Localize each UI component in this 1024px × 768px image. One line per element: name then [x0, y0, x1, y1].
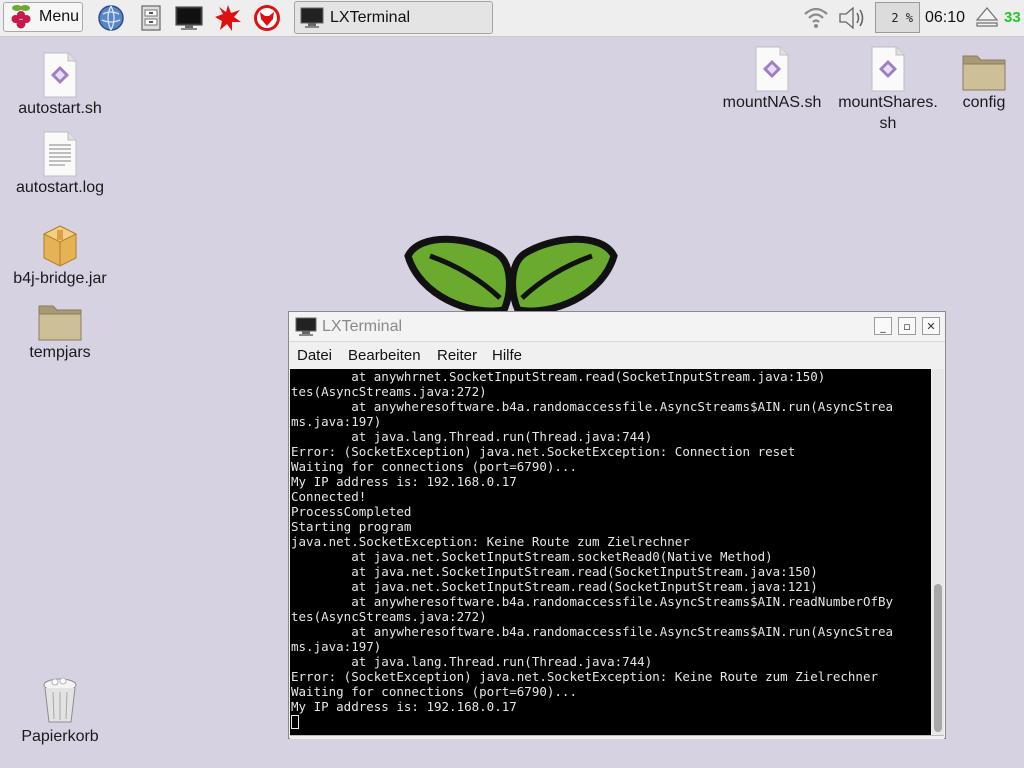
terminal-line: at anywheresoftware.b4a.randomaccessfile…: [351, 594, 894, 609]
terminal-line: at anywheresoftware.b4a.randomaccessfile…: [351, 624, 894, 639]
wolfram-star-icon[interactable]: [214, 4, 242, 32]
terminal-line: at java.net.SocketInputStream.socketRead…: [351, 549, 773, 564]
raspberry-icon: [11, 5, 31, 29]
menu-hilfe[interactable]: Hilfe: [492, 347, 522, 364]
mathematica-wolf-icon[interactable]: [253, 4, 281, 32]
window-title: LXTerminal: [322, 318, 403, 335]
minimize-icon: _: [880, 319, 886, 333]
terminal-line: Waiting for connections (port=6790)...: [291, 459, 577, 474]
maximize-icon: ▫: [903, 319, 911, 333]
icon-label: mountShares.: [838, 94, 938, 111]
trash-icon: [43, 677, 77, 723]
desktop-icon-autostart-log[interactable]: autostart.log: [10, 131, 110, 198]
folder-icon: [962, 55, 1006, 91]
icon-label: Papierkorb: [21, 728, 99, 745]
terminal-line: Waiting for connections (port=6790)...: [291, 684, 577, 699]
taskbar-title: LXTerminal: [330, 8, 411, 26]
terminal-line: at java.net.SocketInputStream.read(Socke…: [351, 564, 818, 579]
terminal-line: at anywhrnet.SocketInputStream.read(Sock…: [351, 369, 826, 384]
terminal-cursor: [291, 715, 299, 729]
terminal-line: Connected!: [291, 489, 367, 504]
window-titlebar[interactable]: LXTerminal _ ▫ ✕: [289, 312, 945, 342]
desktop-icon-config[interactable]: config: [950, 52, 1018, 113]
maximize-button[interactable]: ▫: [898, 317, 916, 335]
icon-label: autostart.log: [15, 179, 105, 196]
terminal-line: ms.java:197): [291, 639, 382, 654]
terminal-line: java.net.SocketException: Keine Route zu…: [291, 534, 690, 549]
terminal-line: at java.net.SocketInputStream.read(Socke…: [351, 579, 818, 594]
terminal-line: ms.java:197): [291, 414, 382, 429]
menu-button[interactable]: Menu: [3, 2, 83, 32]
icon-label: mountNAS.sh: [722, 94, 822, 111]
terminal-line: at anywheresoftware.b4a.randomaccessfile…: [351, 399, 894, 414]
close-button[interactable]: ✕: [922, 317, 940, 335]
terminal-line: My IP address is: 192.168.0.17: [291, 474, 517, 489]
menu-bearbeiten[interactable]: Bearbeiten: [348, 347, 421, 364]
icon-label: tempjars: [29, 344, 91, 361]
cpu-usage-monitor[interactable]: 2 %: [875, 2, 920, 33]
icon-label: config: [962, 94, 1006, 111]
scrollbar-thumb[interactable]: [934, 584, 942, 732]
terminal-line: My IP address is: 192.168.0.17: [291, 699, 517, 714]
close-icon: ✕: [926, 319, 936, 333]
terminal-icon: [300, 7, 324, 28]
terminal-line: at java.lang.Thread.run(Thread.java:744): [351, 429, 653, 444]
terminal-line: Error: (SocketException) java.net.Socket…: [291, 444, 796, 459]
menu-datei[interactable]: Datei: [297, 347, 332, 364]
terminal-line: Starting program: [291, 519, 412, 534]
desktop-icon-mountshares-sh[interactable]: mountShares. sh: [834, 46, 942, 134]
desktop-icon-papierkorb[interactable]: Papierkorb: [10, 676, 110, 747]
archive-package-icon: [42, 225, 78, 267]
terminal-line: at java.lang.Thread.run(Thread.java:744): [351, 654, 653, 669]
terminal-icon[interactable]: [175, 4, 203, 32]
terminal-line: tes(AsyncStreams.java:272): [291, 609, 487, 624]
cpu-temperature: 33: [1004, 9, 1021, 26]
icon-label: b4j-bridge.jar: [13, 270, 107, 287]
terminal-icon: [295, 317, 317, 336]
icon-label: autostart.sh: [18, 100, 102, 117]
volume-icon[interactable]: [837, 5, 869, 31]
terminal-scrollbar[interactable]: [932, 369, 944, 735]
lxterminal-window: LXTerminal _ ▫ ✕ Datei Bearbeiten Reiter…: [288, 311, 946, 739]
desktop-icon-tempjars[interactable]: tempjars: [10, 302, 110, 363]
taskbar-lxterminal-button[interactable]: LXTerminal: [294, 1, 493, 34]
minimize-button[interactable]: _: [874, 317, 892, 335]
raspberry-pi-logo: [404, 235, 618, 314]
terminal-output[interactable]: at anywhrnet.SocketInputStream.read(Sock…: [290, 369, 931, 735]
terminal-text: at anywhrnet.SocketInputStream.read(Sock…: [290, 369, 931, 729]
file-manager-icon[interactable]: [137, 4, 165, 32]
terminal-line: ProcessCompleted: [291, 504, 412, 519]
clock[interactable]: 06:10: [925, 9, 965, 27]
menu-label: Menu: [39, 8, 80, 25]
eject-icon[interactable]: [975, 6, 999, 28]
desktop-icon-autostart-sh[interactable]: autostart.sh: [10, 52, 110, 119]
wifi-icon[interactable]: [803, 5, 829, 29]
terminal-line: Error: (SocketException) java.net.Socket…: [291, 669, 878, 684]
icon-label-line2: sh: [879, 115, 897, 132]
top-panel: Menu LXTerminal 2 % 06:10 33: [0, 0, 1024, 37]
window-menubar: Datei Bearbeiten Reiter Hilfe: [289, 342, 945, 368]
menu-reiter[interactable]: Reiter: [437, 347, 477, 364]
desktop-icon-mountnas-sh[interactable]: mountNAS.sh: [718, 46, 826, 113]
desktop-icon-b4j-bridge-jar[interactable]: b4j-bridge.jar: [10, 224, 110, 289]
script-file-icon: [755, 46, 789, 92]
text-file-icon: [43, 131, 77, 177]
window-bottom-border: [290, 735, 944, 739]
globe-browser-icon[interactable]: [97, 4, 125, 32]
terminal-line: tes(AsyncStreams.java:272): [291, 384, 487, 399]
script-file-icon: [871, 46, 905, 92]
folder-icon: [38, 305, 82, 341]
script-file-icon: [43, 52, 77, 98]
